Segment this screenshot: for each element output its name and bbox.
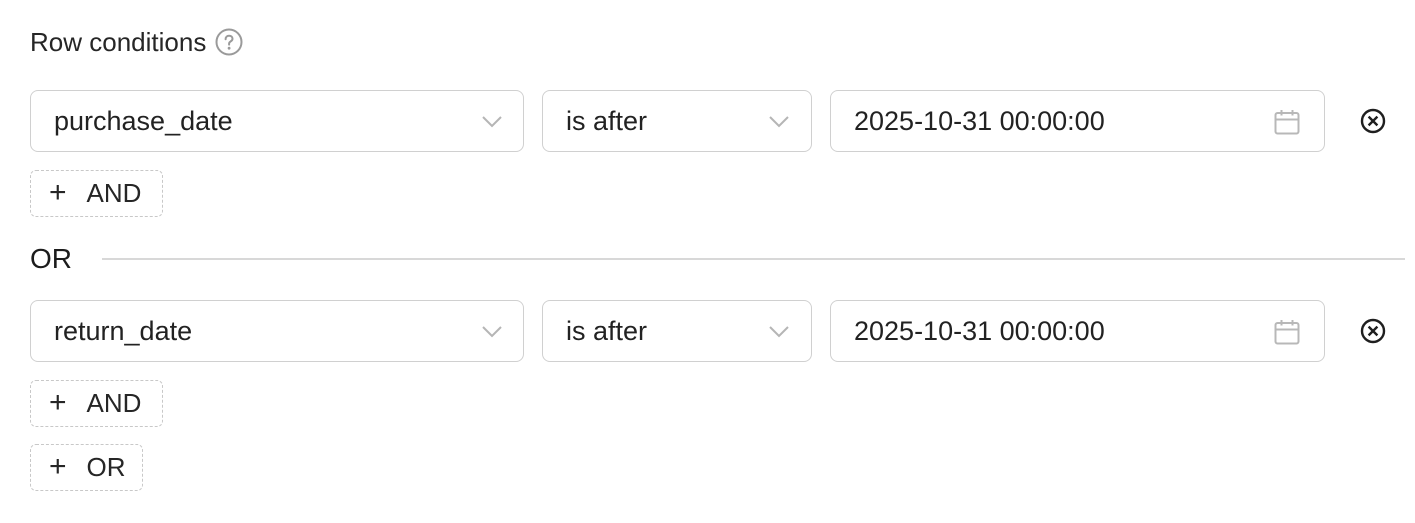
- row-conditions-header: Row conditions: [30, 26, 243, 58]
- date-input[interactable]: 2025-10-31 00:00:00: [830, 300, 1325, 362]
- close-circle-icon[interactable]: [1359, 317, 1387, 345]
- plus-icon: +: [49, 175, 67, 209]
- section-title: Row conditions: [30, 26, 207, 57]
- add-and-button[interactable]: + AND: [30, 170, 163, 217]
- operator-select-value: is after: [566, 315, 648, 346]
- operator-select-value: is after: [566, 105, 648, 136]
- operator-select[interactable]: is after: [542, 90, 812, 152]
- or-separator-label: OR: [30, 243, 72, 274]
- field-select[interactable]: purchase_date: [30, 90, 524, 152]
- date-input-value: 2025-10-31 00:00:00: [854, 315, 1105, 346]
- field-select[interactable]: return_date: [30, 300, 524, 362]
- chevron-down-icon: [482, 326, 502, 338]
- date-input[interactable]: 2025-10-31 00:00:00: [830, 90, 1325, 152]
- add-and-label: AND: [86, 178, 142, 208]
- field-select-value: return_date: [54, 315, 193, 346]
- question-circle-icon[interactable]: [215, 28, 243, 56]
- add-and-button[interactable]: + AND: [30, 380, 163, 427]
- plus-icon: +: [49, 385, 67, 419]
- add-and-label: AND: [86, 388, 142, 418]
- chevron-down-icon: [769, 326, 789, 338]
- add-or-label: OR: [86, 452, 126, 482]
- or-separator: OR: [30, 241, 1405, 277]
- plus-icon: +: [49, 449, 67, 483]
- calendar-icon: [1274, 320, 1300, 345]
- condition-row: return_date is after 2025-10-31 00:00:00: [30, 300, 1390, 364]
- field-select-value: purchase_date: [54, 105, 233, 136]
- close-circle-icon[interactable]: [1359, 107, 1387, 135]
- condition-row: purchase_date is after 2025-10-31 00:00:…: [30, 90, 1390, 154]
- operator-select[interactable]: is after: [542, 300, 812, 362]
- chevron-down-icon: [769, 116, 789, 128]
- separator-line: [102, 258, 1405, 260]
- date-input-value: 2025-10-31 00:00:00: [854, 105, 1105, 136]
- calendar-icon: [1274, 110, 1300, 135]
- chevron-down-icon: [482, 116, 502, 128]
- add-or-button[interactable]: + OR: [30, 444, 143, 491]
